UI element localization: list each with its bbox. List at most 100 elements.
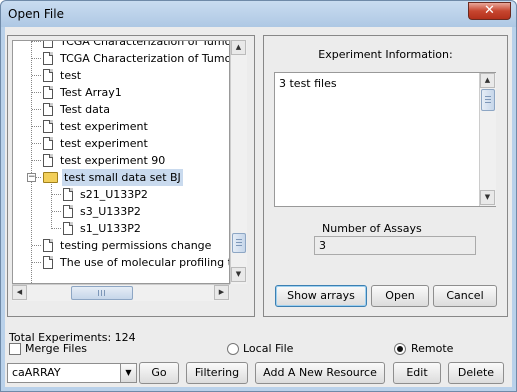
experiment-list-panel: TCGA Characterization of Tumor Sa TCGA Ch… — [7, 35, 255, 317]
window-title: Open File — [8, 7, 64, 21]
filtering-button[interactable]: Filtering — [186, 362, 248, 384]
local-file-label: Local File — [243, 342, 294, 355]
document-icon — [43, 256, 53, 269]
experiment-info-panel: Experiment Information: 3 test files ▲ ▼… — [263, 35, 508, 317]
document-icon — [43, 86, 53, 99]
tree-item[interactable]: The use of molecular profiling to pr — [43, 254, 229, 271]
tree-connector-line — [31, 41, 32, 283]
tree-horizontal-scrollbar[interactable]: ◀ ▶ — [12, 284, 230, 301]
local-file-radio[interactable] — [227, 343, 239, 355]
tree-item[interactable]: testing permissions change — [43, 237, 213, 254]
tree-item-label: Test Array1 — [60, 86, 122, 99]
title-bar[interactable]: Open File ✕ — [1, 1, 516, 27]
open-button[interactable]: Open — [371, 285, 429, 307]
tree-connector-line — [52, 228, 61, 229]
tree-item-label: test small data set BJ — [62, 169, 183, 186]
tree-item[interactable]: test experiment 90 — [43, 152, 167, 169]
merge-files-label: Merge Files — [25, 342, 87, 355]
experiment-info-textarea[interactable]: 3 test files ▲ ▼ — [274, 72, 496, 207]
document-icon — [63, 188, 73, 201]
document-icon — [43, 41, 53, 48]
tree-item-label: test experiment — [60, 137, 148, 150]
tree-item[interactable]: test small data set BJ — [43, 169, 183, 186]
tree-horizontal-scroll-thumb[interactable] — [71, 286, 133, 300]
tree-item[interactable]: TCGA Characterization of Tumor Sa — [43, 50, 229, 67]
tree-connector-line — [52, 194, 61, 195]
tree-connector-line — [32, 160, 41, 161]
tree-connector-line — [52, 211, 61, 212]
resource-select[interactable]: caARRAY ▼ — [7, 363, 137, 383]
experiment-tree[interactable]: TCGA Characterization of Tumor Sa TCGA Ch… — [12, 40, 230, 284]
tree-item[interactable]: test experiment — [43, 135, 150, 152]
show-arrays-button[interactable]: Show arrays — [275, 285, 367, 307]
tree-item[interactable]: Test Array1 — [43, 84, 124, 101]
tree-item-label: s1_U133P2 — [80, 222, 141, 235]
number-of-assays-label: Number of Assays — [322, 222, 422, 235]
scroll-right-arrow-icon[interactable]: ▶ — [214, 285, 229, 300]
tree-connector-line — [32, 58, 41, 59]
document-icon — [43, 103, 53, 116]
collapse-toggle-icon[interactable]: − — [27, 173, 36, 182]
scroll-down-arrow-icon[interactable]: ▼ — [480, 190, 495, 205]
dialog-body: TCGA Characterization of Tumor Sa TCGA Ch… — [5, 27, 512, 387]
tree-connector-line — [32, 126, 41, 127]
grip-icon — [98, 290, 106, 296]
chevron-down-icon[interactable]: ▼ — [120, 364, 136, 382]
tree-item-label: s21_U133P2 — [80, 188, 148, 201]
document-icon — [43, 52, 53, 65]
tree-vertical-scrollbar[interactable]: ▲ ▼ — [230, 40, 247, 284]
tree-connector-line — [51, 184, 52, 229]
tree-connector-line — [32, 92, 41, 93]
tree-connector-line — [32, 245, 41, 246]
scroll-up-arrow-icon[interactable]: ▲ — [231, 40, 246, 55]
info-vertical-scrollbar[interactable]: ▲ ▼ — [479, 73, 496, 206]
scroll-down-arrow-icon[interactable]: ▼ — [231, 267, 246, 282]
document-icon — [63, 222, 73, 235]
tree-item-label: test — [60, 69, 82, 82]
edit-button[interactable]: Edit — [393, 362, 441, 384]
document-icon — [43, 120, 53, 133]
tree-item-label: testing permissions change — [60, 239, 212, 252]
scroll-up-arrow-icon[interactable]: ▲ — [480, 73, 495, 88]
tree-item-label: TCGA Characterization of Tumor Sa — [60, 52, 229, 65]
merge-files-checkbox[interactable] — [9, 343, 21, 355]
open-folder-icon — [43, 172, 58, 183]
experiment-info-title: Experiment Information: — [318, 48, 453, 61]
tree-item[interactable]: TCGA Characterization of Tumor Sa — [43, 40, 229, 50]
delete-button[interactable]: Delete — [448, 362, 504, 384]
tree-connector-line — [32, 109, 41, 110]
tree-item[interactable]: test — [43, 67, 83, 84]
tree-connector-line — [32, 143, 41, 144]
tree-connector-line — [32, 41, 41, 42]
tree-item[interactable]: Test data — [43, 101, 112, 118]
tree-item-label: Test data — [60, 103, 110, 116]
tree-item[interactable]: test experiment — [43, 118, 150, 135]
remote-label: Remote — [411, 342, 454, 355]
document-icon — [43, 239, 53, 252]
tree-child-item[interactable]: s1_U133P2 — [63, 220, 143, 237]
experiment-info-text: 3 test files — [279, 77, 337, 90]
scroll-left-arrow-icon[interactable]: ◀ — [12, 285, 27, 300]
document-icon — [43, 69, 53, 82]
info-scroll-thumb[interactable] — [481, 89, 495, 111]
tree-connector-line — [32, 262, 41, 263]
tree-child-item[interactable]: s3_U133P2 — [63, 203, 143, 220]
tree-item-label: The use of molecular profiling to pr — [60, 256, 229, 269]
tree-child-item[interactable]: s21_U133P2 — [63, 186, 150, 203]
add-new-resource-button[interactable]: Add A New Resource — [255, 362, 385, 384]
remote-radio[interactable] — [394, 343, 406, 355]
cancel-button[interactable]: Cancel — [433, 285, 497, 307]
number-of-assays-field: 3 — [314, 236, 476, 255]
tree-item-label: TCGA Characterization of Tumor Sa — [60, 40, 229, 48]
grip-icon — [485, 96, 491, 104]
tree-vertical-scroll-thumb[interactable] — [232, 233, 246, 253]
tree-item-label: s3_U133P2 — [80, 205, 141, 218]
tree-item-label: test experiment — [60, 120, 148, 133]
close-button[interactable]: ✕ — [468, 2, 511, 20]
resource-select-value: caARRAY — [12, 366, 61, 379]
document-icon — [63, 205, 73, 218]
go-button[interactable]: Go — [139, 362, 179, 384]
open-file-dialog: Open File ✕ TCGA Characterization of Tum… — [0, 0, 517, 392]
grip-icon — [236, 239, 242, 247]
document-icon — [43, 137, 53, 150]
